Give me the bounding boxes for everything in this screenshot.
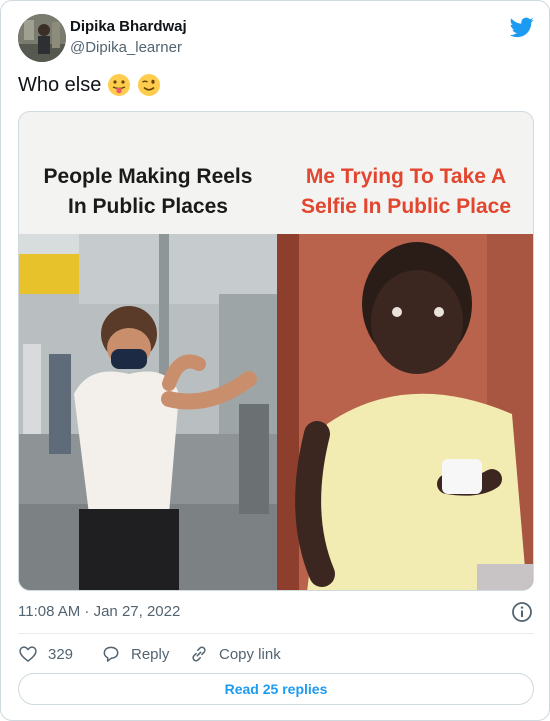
meme-caption-left-line-2: In Public Places	[68, 195, 228, 218]
meme-caption-left-line-1: People Making Reels	[43, 165, 253, 188]
like-count: 329	[48, 645, 74, 663]
meme-photo-left	[19, 234, 277, 590]
copy-link-button[interactable]: Copy link	[189, 644, 281, 664]
reply-label: Reply	[131, 645, 170, 663]
meme-caption-right: Me Trying To Take A Selfie In Public Pla…	[277, 162, 533, 222]
copy-link-label: Copy link	[219, 645, 281, 663]
author-handle[interactable]: @Dipika_learner	[70, 39, 182, 56]
tweet-card: Dipika Bhardwaj @Dipika_learner Who else…	[0, 0, 550, 721]
author-name[interactable]: Dipika Bhardwaj	[70, 18, 187, 35]
like-button[interactable]: 329	[18, 644, 73, 664]
link-icon	[192, 646, 206, 662]
reply-bubble-icon	[103, 646, 119, 662]
meme-caption-left: People Making Reels In Public Places	[19, 162, 277, 222]
read-replies-button[interactable]: Read 25 replies	[18, 673, 534, 705]
reply-button[interactable]: Reply	[101, 644, 169, 664]
tweet-media-image[interactable]: People Making Reels In Public Places Me …	[18, 111, 534, 591]
avatar[interactable]	[18, 14, 66, 62]
meme-photo-right	[277, 234, 533, 590]
twitter-bird-icon[interactable]	[510, 15, 534, 39]
meme-caption-right-line-1: Me Trying To Take A	[305, 165, 507, 188]
tongue-out-emoji-icon	[108, 74, 131, 96]
divider	[18, 633, 534, 634]
meme-caption-right-line-2: Selfie In Public Place	[300, 195, 512, 218]
heart-icon	[19, 646, 37, 663]
winking-emoji-icon	[138, 74, 161, 96]
info-icon[interactable]	[511, 601, 533, 623]
tweet-text: Who else	[18, 73, 161, 97]
tweet-timestamp[interactable]: 11:08 AM · Jan 27, 2022	[18, 603, 180, 620]
tweet-text-content: Who else	[18, 73, 102, 96]
